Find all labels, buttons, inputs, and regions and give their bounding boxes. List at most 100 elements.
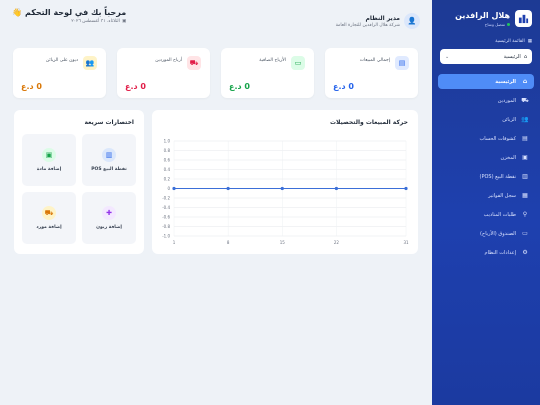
sidebar-item-customers[interactable]: 👥 الزبائن (438, 112, 534, 127)
shortcut-add-customer[interactable]: ✚ إضافة زبون (82, 192, 136, 244)
brand: هلال الرافدين متصل ومتاح (432, 0, 540, 27)
sidebar-item-invoices[interactable]: ▦ سجل الفواتير (438, 188, 534, 203)
date-line: ▣ الثلاثاء، ٣١ أغسطس ٢٠٢٦ (12, 19, 126, 24)
y-tick-label: 0.8 (164, 148, 171, 153)
user-avatar-icon: 👤 (404, 13, 420, 29)
y-tick-label: -1.0 (162, 234, 170, 239)
brand-status-text: متصل ومتاح (484, 21, 505, 27)
shortcut-add-supplier[interactable]: ⛟ إضافة مورد (22, 192, 76, 244)
y-tick-label: 0.4 (164, 167, 171, 172)
sales-chart: 1.0 0.8 0.6 0.4 0.2 0 -0.2 -0.4 -0.6 -0.8 -1.01 8 15… (162, 139, 409, 246)
gear-icon: ⚙ (522, 249, 528, 256)
sidebar-item-home[interactable]: ⌂ الرئيسية (438, 74, 534, 89)
sidebar: هلال الرافدين متصل ومتاح ▦ القائمة الرئي… (432, 0, 540, 405)
stat-card-net-profit: ▭ الأرباح الصافية 0 د.ع (221, 48, 314, 98)
y-tick-label: -0.2 (162, 196, 170, 201)
calendar-icon: ▣ (121, 19, 127, 24)
data-point (172, 186, 176, 191)
x-tick-label: 1 (173, 240, 176, 245)
stat-label: أرباح الموردين (155, 58, 182, 63)
data-point (226, 186, 230, 191)
home-icon: ⌂ (523, 53, 527, 60)
menu-select[interactable]: ⌂ الرئيسية ⌄ (440, 49, 532, 64)
shortcut-label: إضافة مورد (36, 225, 62, 230)
sidebar-item-label: طلبات المناديب (483, 211, 516, 218)
page-title: مرحباً بك في لوحة التحكم 👋 (12, 8, 126, 17)
y-tick-label: 1.0 (164, 139, 171, 144)
cash-icon: ▭ (522, 230, 528, 237)
stat-card-supplier-profit: ⛟ أرباح الموردين 0 د.ع (117, 48, 210, 98)
wave-icon: 👋 (12, 8, 22, 17)
shortcut-pos[interactable]: ▥ نقطة البيع POS (82, 134, 136, 186)
brand-status: متصل ومتاح (440, 22, 510, 27)
shortcut-label: نقطة البيع POS (91, 167, 127, 172)
current-date: الثلاثاء، ٣١ أغسطس ٢٠٢٦ (71, 19, 120, 24)
sidebar-item-settings[interactable]: ⚙ إعدادات النظام (438, 245, 534, 260)
stat-value: 0 د.ع (125, 82, 146, 91)
x-tick-label: 22 (334, 240, 340, 245)
sidebar-item-statements[interactable]: ▤ كشوفات الحساب (438, 131, 534, 146)
sidebar-item-pos[interactable]: ▥ نقطة البيع (POS) (438, 169, 534, 184)
sidebar-nav: ⌂ الرئيسية ⛟ الموردين 👥 الزبائن ▤ كشوفات… (432, 74, 540, 260)
menu-label-text: القائمة الرئيسية (495, 39, 525, 44)
shortcut-add-item[interactable]: ▣ إضافة مادة (22, 134, 76, 186)
menu-select-value: الرئيسية (503, 53, 521, 60)
sidebar-item-suppliers[interactable]: ⛟ الموردين (438, 93, 534, 108)
truck-icon: ⛟ (521, 96, 529, 104)
data-point (404, 186, 408, 191)
sidebar-item-delegates[interactable]: ⚲ طلبات المناديب (438, 207, 534, 222)
register-icon: ▥ (102, 148, 116, 162)
shortcut-label: إضافة مادة (36, 167, 62, 172)
sidebar-item-label: سجل الفواتير (488, 192, 516, 199)
user-info[interactable]: 👤 مدير النظام شركة هلال الرافدين للتجارة… (336, 8, 420, 34)
sidebar-item-label: الزبائن (502, 116, 516, 123)
data-point (280, 186, 284, 191)
brand-title: هلال الرافدين (455, 10, 510, 20)
status-dot-icon (507, 22, 510, 26)
sidebar-item-label: الصندوق (الأرباح) (480, 230, 516, 237)
money-icon: ▭ (291, 56, 305, 70)
x-tick-label: 8 (227, 240, 230, 245)
greeting-text: مرحباً بك في لوحة التحكم (24, 8, 127, 17)
chevron-down-icon: ⌄ (445, 53, 450, 60)
sidebar-item-label: المخزن (500, 154, 516, 161)
company-name: شركة هلال الرافدين للتجارة العامة (335, 22, 400, 28)
sidebar-item-label: كشوفات الحساب (479, 135, 516, 142)
sidebar-item-inventory[interactable]: ▣ المخزن (438, 150, 534, 165)
menu-section-label: ▦ القائمة الرئيسية (440, 39, 532, 44)
stat-card-customer-debts: 👥 ديون على الزبائن 0 د.ع (13, 48, 106, 98)
sidebar-item-label: نقطة البيع (POS) (479, 173, 516, 180)
x-tick-label: 31 (403, 240, 409, 245)
brand-logo-icon (515, 10, 532, 27)
stats-row: ▤ إجمالي المبيعات 0 د.ع ▭ الأرباح الصافي… (13, 48, 418, 98)
users-icon: 👥 (521, 116, 529, 123)
y-tick-label: 0.6 (164, 158, 171, 163)
shortcuts-card: اختصارات سريعة ▥ نقطة البيع POS ▣ إضافة … (14, 110, 144, 254)
stat-value: 0 د.ع (333, 82, 354, 91)
data-point (334, 186, 338, 191)
x-tick-label: 15 (280, 240, 286, 245)
y-tick-label: 0 (167, 186, 170, 191)
user-plus-icon: ✚ (102, 206, 116, 220)
users-icon: 👥 (83, 56, 97, 70)
user-name: مدير النظام (365, 14, 400, 22)
shortcuts-title: اختصارات سريعة (84, 119, 134, 126)
greeting: مرحباً بك في لوحة التحكم 👋 ▣ الثلاثاء، ٣… (12, 8, 126, 34)
truck-icon: ⛟ (42, 206, 56, 220)
grid-icon: ▦ (527, 39, 532, 44)
box-icon: ▣ (42, 148, 56, 162)
invoice-icon: ▦ (522, 192, 528, 199)
stat-value: 0 د.ع (229, 82, 250, 91)
stat-label: الأرباح الصافية (259, 58, 286, 63)
shortcuts-grid: ▥ نقطة البيع POS ▣ إضافة مادة ✚ إضافة زب… (22, 134, 136, 244)
sidebar-item-label: إعدادات النظام (484, 249, 516, 256)
sidebar-item-label: الموردين (497, 97, 516, 104)
stat-label: ديون على الزبائن (45, 58, 78, 63)
header: 👤 مدير النظام شركة هلال الرافدين للتجارة… (0, 0, 432, 34)
y-tick-label: 0.2 (164, 177, 171, 182)
shortcut-label: إضافة زبون (96, 225, 122, 230)
stat-card-total-sales: ▤ إجمالي المبيعات 0 د.ع (325, 48, 418, 98)
truck-icon: ⛟ (187, 56, 201, 70)
sidebar-item-cashbox[interactable]: ▭ الصندوق (الأرباح) (438, 226, 534, 241)
box-icon: ▣ (522, 154, 528, 161)
